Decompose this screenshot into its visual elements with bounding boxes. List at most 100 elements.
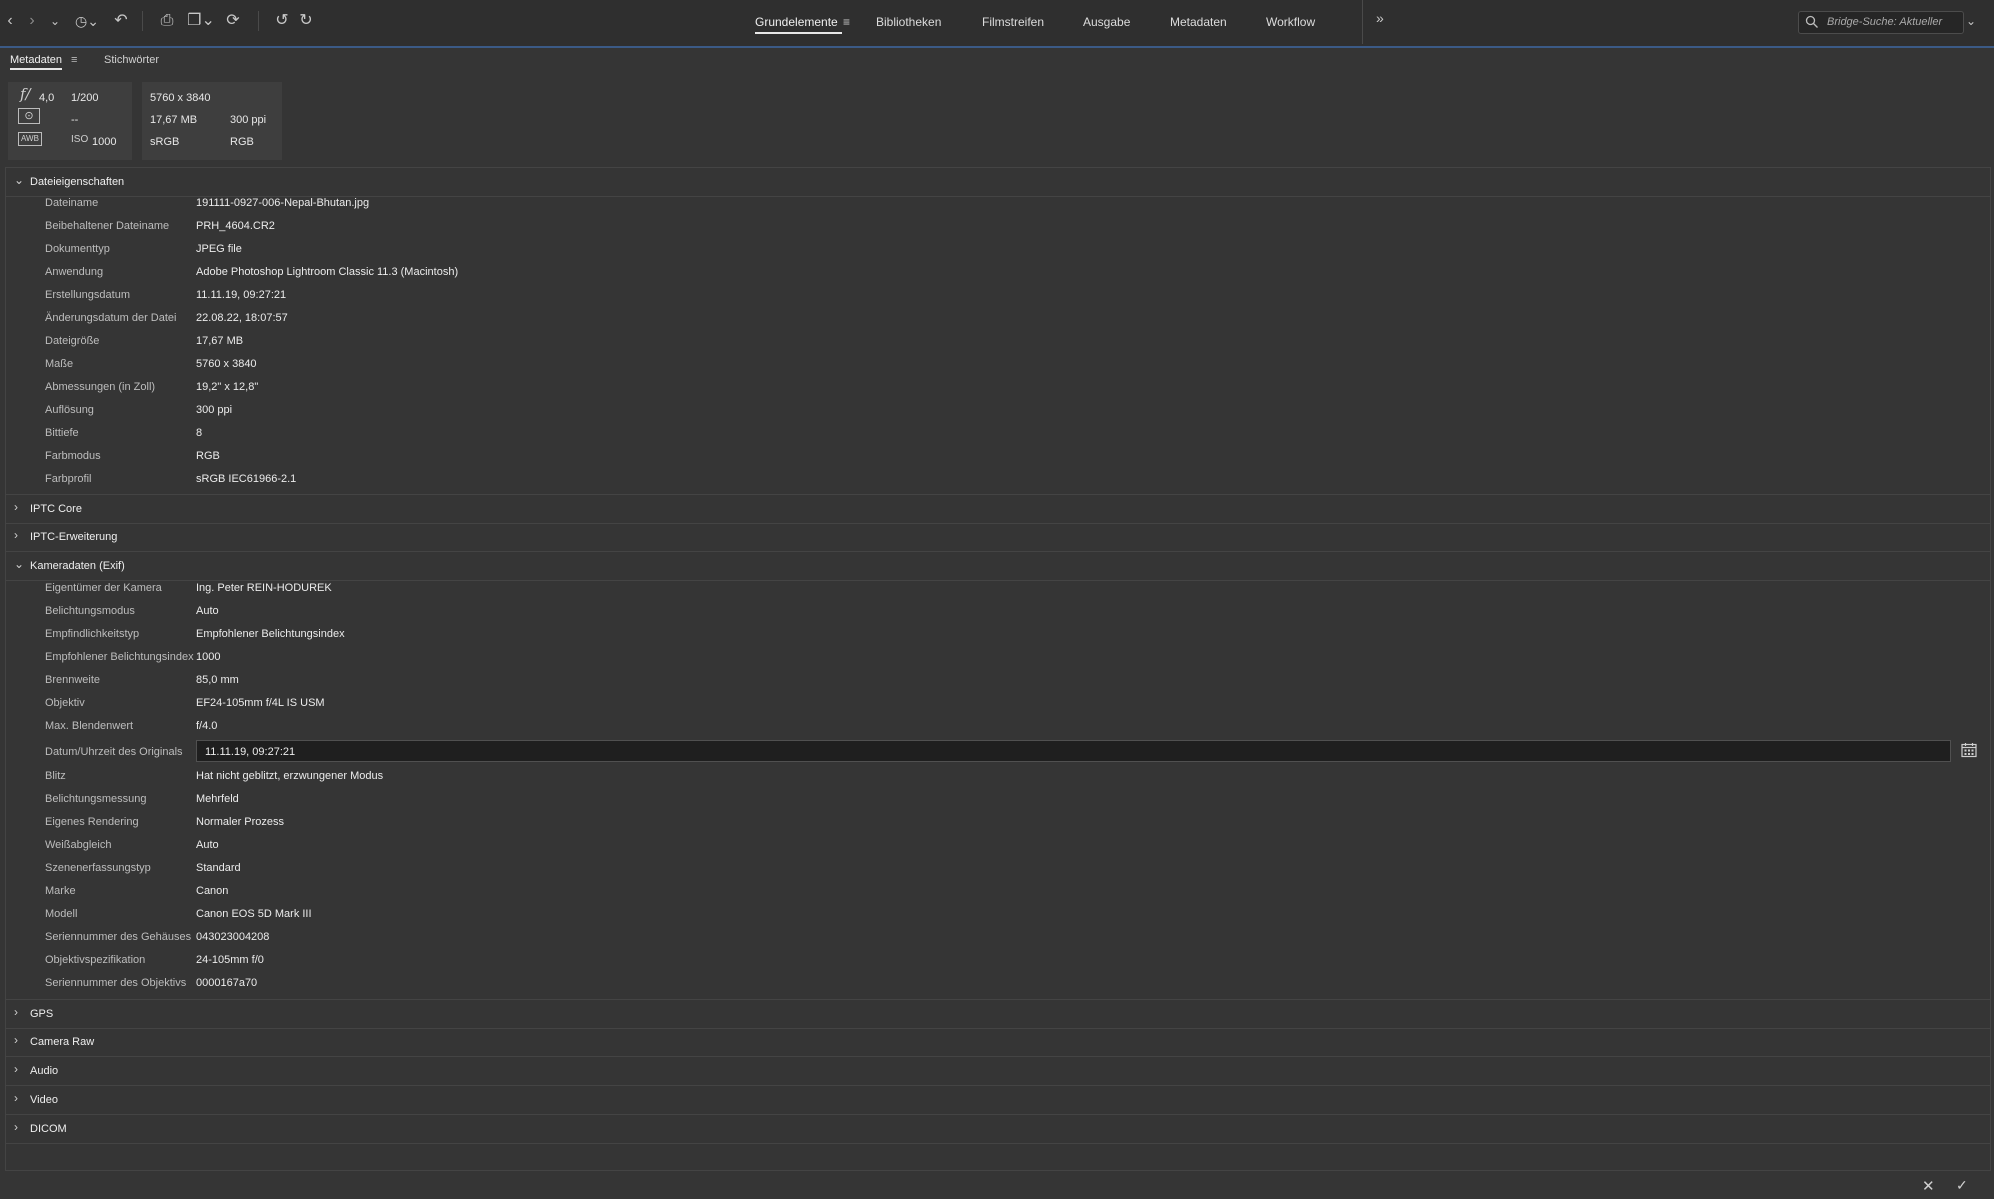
field-value[interactable]: EF24-105mm f/4L IS USM	[196, 697, 325, 709]
field-value[interactable]: Canon EOS 5D Mark III	[196, 908, 312, 920]
field-value[interactable]: 5760 x 3840	[196, 358, 257, 370]
active-tab-underline	[755, 32, 842, 34]
field-label: Farbprofil	[45, 473, 92, 485]
search-placeholder: Bridge-Suche: Aktueller	[1827, 16, 1943, 28]
field-value[interactable]: 043023004208	[196, 931, 269, 943]
section-header-audio[interactable]: › Audio	[6, 1057, 1990, 1086]
field-value[interactable]: 8	[196, 427, 202, 439]
field-value[interactable]: Adobe Photoshop Lightroom Classic 11.3 (…	[196, 266, 458, 278]
metadata-row: Belichtungsmodus Auto	[6, 600, 1990, 623]
section-header-gps[interactable]: › GPS	[6, 999, 1990, 1029]
field-label: Anwendung	[45, 266, 104, 278]
field-value[interactable]: Standard	[196, 862, 241, 874]
more-workspaces-button[interactable]: »	[1376, 10, 1384, 26]
section-title: IPTC Core	[30, 503, 82, 515]
date-time-original-input[interactable]: 11.11.19, 09:27:21	[196, 740, 1951, 762]
color-mode-value: RGB	[230, 136, 254, 148]
camera-import-button[interactable]: ⎙	[156, 10, 178, 32]
section-header-iptc-erweiterung[interactable]: › IPTC-Erweiterung	[6, 523, 1990, 552]
workspace-tab-metadaten[interactable]: Metadaten	[1170, 15, 1227, 29]
search-icon	[1805, 15, 1818, 28]
panel-tab-metadaten[interactable]: Metadaten	[10, 54, 62, 70]
section-title: GPS	[30, 1008, 54, 1020]
toolbar-separator	[1362, 0, 1363, 44]
dimensions-value: 5760 x 3840	[150, 92, 211, 104]
panel-tab-label: Metadaten	[10, 54, 62, 66]
rotate-right-button[interactable]: ↻	[296, 10, 316, 32]
field-value[interactable]: JPEG file	[196, 243, 242, 255]
field-label: Dokumenttyp	[45, 243, 110, 255]
field-value[interactable]: Auto	[196, 605, 219, 617]
field-value[interactable]: Empfohlener Belichtungsindex	[196, 628, 345, 640]
workspace-tab-ausgabe[interactable]: Ausgabe	[1083, 15, 1130, 29]
chevron-right-icon: ›	[14, 1005, 18, 1019]
field-value[interactable]: 24-105mm f/0	[196, 954, 264, 966]
field-value[interactable]: sRGB IEC61966-2.1	[196, 473, 296, 485]
chevron-right-icon: ›	[14, 500, 18, 514]
rotate-left-button[interactable]: ↺	[272, 10, 292, 32]
field-label: Dateigröße	[45, 335, 100, 347]
section-header-video[interactable]: › Video	[6, 1086, 1990, 1115]
search-scope-dropdown[interactable]: ⌄	[1966, 14, 1976, 28]
field-label: Objektiv	[45, 697, 85, 709]
cancel-edit-button[interactable]: ✕	[1922, 1177, 1935, 1195]
field-label: Eigentümer der Kamera	[45, 582, 162, 594]
calendar-icon[interactable]	[1961, 742, 1977, 758]
field-value[interactable]: 11.11.19, 09:27:21	[196, 289, 286, 301]
forward-button[interactable]: ›	[24, 10, 40, 32]
field-label: Weißabgleich	[45, 839, 112, 851]
search-field[interactable]: Bridge-Suche: Aktueller	[1798, 11, 1964, 34]
recent-dropdown-button[interactable]: ⌄	[48, 10, 62, 32]
field-label: Maße	[45, 358, 74, 370]
field-value[interactable]: RGB	[196, 450, 220, 462]
field-value[interactable]: Ing. Peter REIN-HODUREK	[196, 582, 332, 594]
field-value[interactable]: Canon	[196, 885, 228, 897]
workspace-tab-label: Grundelemente	[755, 15, 838, 29]
workspace-tab-bibliotheken[interactable]: Bibliotheken	[876, 15, 941, 29]
metadata-row: Objektivspezifikation 24-105mm f/0	[6, 949, 1990, 972]
field-label: Dateiname	[45, 197, 99, 209]
workspace-tab-grundelemente[interactable]: Grundelemente	[755, 15, 842, 34]
field-value[interactable]: Auto	[196, 839, 219, 851]
panel-menu-icon[interactable]: ≡	[71, 54, 77, 66]
field-value[interactable]: f/4.0	[196, 720, 217, 732]
section-title: Audio	[30, 1065, 59, 1077]
chevron-down-icon: ⌄	[14, 173, 25, 187]
metadata-row: Anwendung Adobe Photoshop Lightroom Class…	[6, 261, 1990, 284]
back-button[interactable]: ‹	[2, 10, 18, 32]
metadata-row: Empfohlener Belichtungsindex 1000	[6, 646, 1990, 669]
workspace-tab-filmstreifen[interactable]: Filmstreifen	[982, 15, 1044, 29]
field-value[interactable]: PRH_4604.CR2	[196, 220, 275, 232]
metadata-panel: ⌄ Dateieigenschaften Dateiname 191111-092…	[5, 167, 1991, 1171]
field-value[interactable]: Normaler Prozess	[196, 816, 284, 828]
field-value[interactable]: 19,2" x 12,8"	[196, 381, 258, 393]
apply-edit-button[interactable]: ✓	[1956, 1177, 1968, 1194]
metadata-row: Max. Blendenwert f/4.0	[6, 715, 1990, 738]
field-value[interactable]: 85,0 mm	[196, 674, 239, 686]
section-header-camera-raw[interactable]: › Camera Raw	[6, 1028, 1990, 1057]
field-value[interactable]: Mehrfeld	[196, 793, 239, 805]
panel-tab-stichwoerter[interactable]: Stichwörter	[104, 54, 159, 66]
workspace-tab-workflow[interactable]: Workflow	[1266, 15, 1315, 29]
field-value[interactable]: Hat nicht geblitzt, erzwungener Modus	[196, 770, 383, 782]
field-value[interactable]: 300 ppi	[196, 404, 232, 416]
field-label: Datum/Uhrzeit des Originals	[45, 746, 183, 758]
chevron-down-icon: ⌄	[14, 557, 25, 571]
copy-move-button[interactable]: ❐⌄	[184, 10, 218, 32]
field-value[interactable]: 17,67 MB	[196, 335, 243, 347]
section-title: DICOM	[30, 1123, 67, 1135]
workspace-menu-icon[interactable]: ≡	[843, 15, 850, 29]
field-label: Objektivspezifikation	[45, 954, 146, 966]
field-value[interactable]: 191111-0927-006-Nepal-Bhutan.jpg	[196, 197, 369, 209]
boomerang-button[interactable]: ↶	[112, 10, 130, 32]
field-label: Belichtungsmessung	[45, 793, 147, 805]
field-label: Auflösung	[45, 404, 94, 416]
field-value[interactable]: 22.08.22, 18:07:57	[196, 312, 288, 324]
section-header-iptc-core[interactable]: › IPTC Core	[6, 494, 1990, 524]
history-button[interactable]: ◷⌄	[70, 10, 104, 32]
refine-button[interactable]: ⟳	[224, 10, 242, 32]
field-value[interactable]: 0000167a70	[196, 977, 257, 989]
metadata-row: Dokumenttyp JPEG file	[6, 238, 1990, 261]
field-value[interactable]: 1000	[196, 651, 220, 663]
section-header-dicom[interactable]: › DICOM	[6, 1115, 1990, 1144]
